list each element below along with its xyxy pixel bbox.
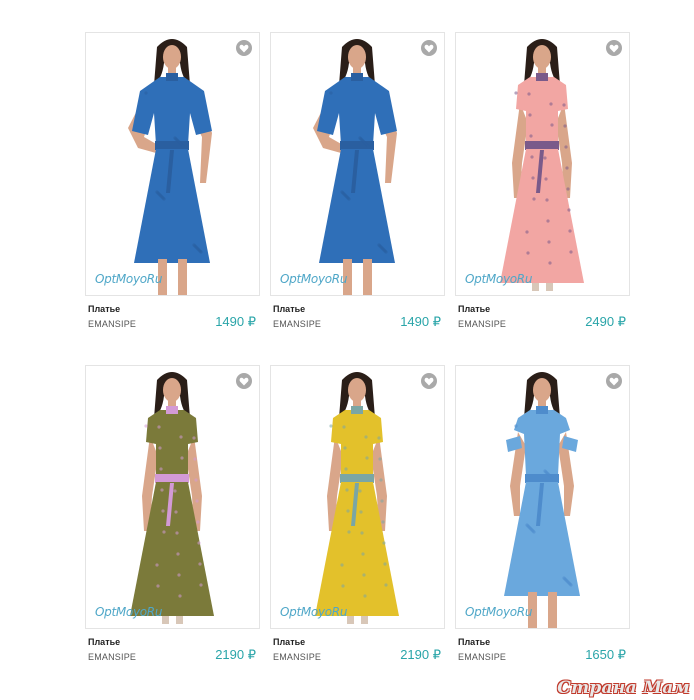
product-image[interactable]: OptMoyoRu [270,365,445,629]
product-price: 2490 ₽ [585,314,626,329]
product-image[interactable]: OptMoyoRu [455,365,630,629]
image-watermark: OptMoyoRu [465,272,533,286]
heart-icon [609,44,619,52]
product-info: Платье EMANSIPE 2190 ₽ [270,635,445,671]
product-name[interactable]: Платье [88,637,120,647]
product-brand: EMANSIPE [458,319,507,329]
heart-icon [239,377,249,385]
product-info: Платье EMANSIPE 1490 ₽ [270,302,445,338]
product-card[interactable]: OptMoyoRu Платье EMANSIPE 2190 ₽ [270,365,445,665]
heart-icon [424,44,434,52]
dress-photo [315,372,399,624]
image-watermark: OptMoyoRu [465,605,533,619]
product-name[interactable]: Платье [88,304,120,314]
product-card[interactable]: OptMoyoRu Платье EMANSIPE 2190 ₽ [85,365,260,665]
favorite-heart-icon[interactable] [236,373,252,389]
product-brand: EMANSIPE [273,652,322,662]
favorite-heart-icon[interactable] [236,40,252,56]
heart-icon [239,44,249,52]
product-image[interactable]: OptMoyoRu [270,32,445,296]
product-image[interactable]: OptMoyoRu [455,32,630,296]
product-name[interactable]: Платье [273,637,305,647]
image-watermark: OptMoyoRu [95,605,163,619]
product-info: Платье EMANSIPE 1490 ₽ [85,302,260,338]
product-brand: EMANSIPE [458,652,507,662]
heart-icon [424,377,434,385]
product-price: 1490 ₽ [400,314,441,329]
product-brand: EMANSIPE [88,652,137,662]
product-name[interactable]: Платье [458,637,490,647]
product-card[interactable]: OptMoyoRu Платье EMANSIPE 1650 ₽ [455,365,630,665]
image-watermark: OptMoyoRu [280,272,348,286]
product-name[interactable]: Платье [273,304,305,314]
favorite-heart-icon[interactable] [421,40,437,56]
product-info: Платье EMANSIPE 2490 ₽ [455,302,630,338]
image-watermark: OptMoyoRu [95,272,163,286]
product-image[interactable]: OptMoyoRu [85,32,260,296]
product-info: Платье EMANSIPE 1650 ₽ [455,635,630,671]
image-watermark: OptMoyoRu [280,605,348,619]
product-price: 1650 ₽ [585,647,626,662]
favorite-heart-icon[interactable] [606,373,622,389]
product-image[interactable]: OptMoyoRu [85,365,260,629]
site-watermark-logo: Страна Мам [557,678,690,698]
dress-photo [130,372,214,624]
product-card[interactable]: OptMoyoRu Платье EMANSIPE 1490 ₽ [270,32,445,332]
product-info: Платье EMANSIPE 2190 ₽ [85,635,260,671]
product-brand: EMANSIPE [273,319,322,329]
product-card[interactable]: OptMoyoRu Платье EMANSIPE 2490 ₽ [455,32,630,332]
dress-photo [500,39,584,291]
product-card[interactable]: OptMoyoRu Платье EMANSIPE 1490 ₽ [85,32,260,332]
product-brand: EMANSIPE [88,319,137,329]
dress-photo [313,39,397,295]
product-price: 1490 ₽ [215,314,256,329]
product-name[interactable]: Платье [458,304,490,314]
product-price: 2190 ₽ [215,647,256,662]
heart-icon [609,377,619,385]
favorite-heart-icon[interactable] [606,40,622,56]
dress-photo [504,372,580,628]
favorite-heart-icon[interactable] [421,373,437,389]
dress-photo [128,39,212,295]
product-price: 2190 ₽ [400,647,441,662]
